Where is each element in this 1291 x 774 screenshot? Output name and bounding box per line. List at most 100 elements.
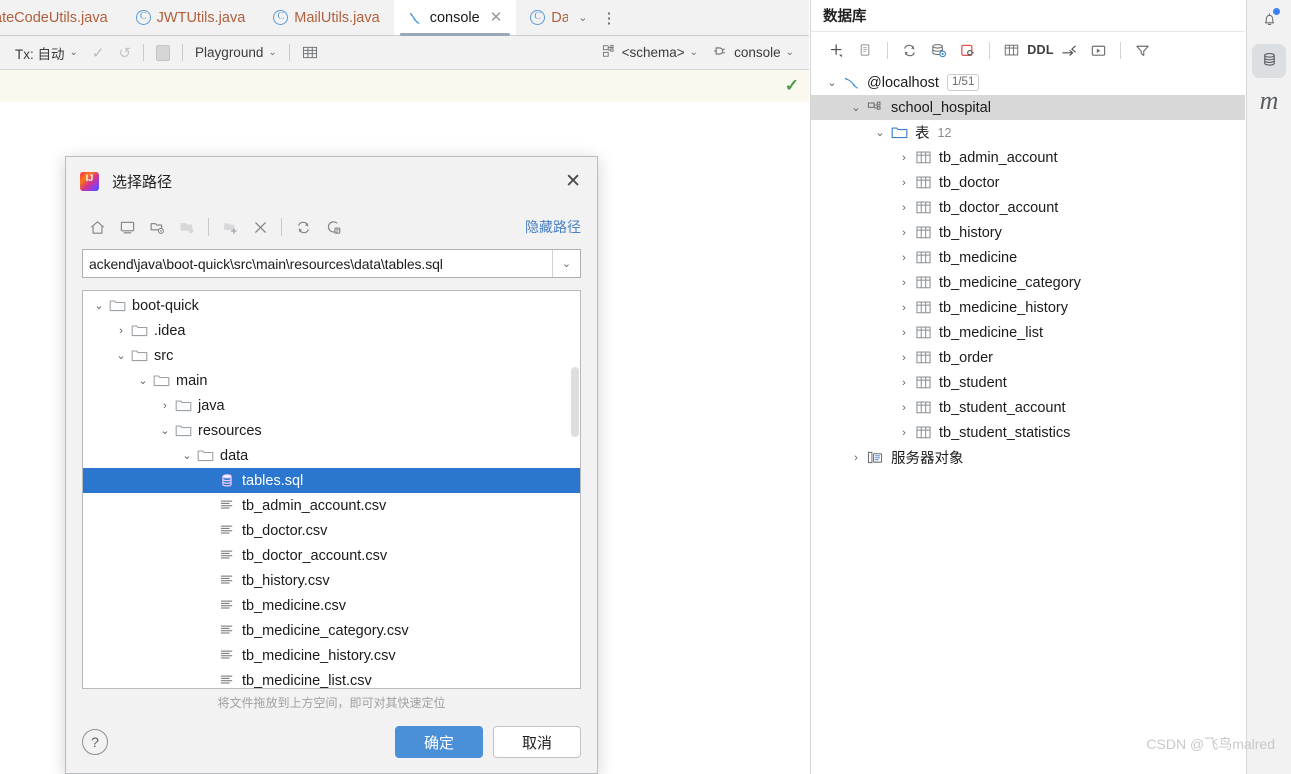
file-tree[interactable]: ⌄ boot-quick › .idea ⌄ src ⌄ main › java ⌄ resource… [83, 291, 580, 688]
tree-twisty-icon[interactable]: ⌄ [845, 101, 867, 114]
jump-to-icon[interactable] [1056, 37, 1083, 63]
connection-selector[interactable]: console ⌄ [705, 40, 801, 66]
file-tree-row[interactable]: ⌄ boot-quick [83, 293, 580, 318]
stop-button[interactable] [149, 40, 177, 66]
stop-query-icon[interactable] [954, 37, 981, 63]
tree-twisty-icon[interactable]: ⌄ [111, 349, 131, 362]
tree-twisty-icon[interactable]: ⌄ [155, 424, 175, 437]
database-tree-row[interactable]: › 服务器对象 [811, 445, 1245, 470]
filter-icon[interactable] [1129, 37, 1156, 63]
editor-tab-mailutils[interactable]: C MailUtils.java [259, 0, 393, 35]
database-tree-row[interactable]: › tb_admin_account [811, 145, 1245, 170]
help-button[interactable]: ? [82, 729, 108, 755]
tree-twisty-icon[interactable]: ⌄ [89, 299, 109, 312]
database-tree-row[interactable]: › tb_medicine [811, 245, 1245, 270]
tree-twisty-icon[interactable]: › [893, 277, 915, 289]
tree-twisty-icon[interactable]: › [893, 152, 915, 164]
database-tree-row[interactable]: › tb_student_account [811, 395, 1245, 420]
editor-tab-ratecodeutils[interactable]: ateCodeUtils.java [0, 0, 122, 35]
database-tree-row[interactable]: › tb_student_statistics [811, 420, 1245, 445]
commit-button[interactable]: ✓ [85, 40, 112, 66]
editor-tab-console[interactable]: console ✕ [393, 0, 517, 36]
file-tree-row[interactable]: › java [83, 393, 580, 418]
file-tree-scrollbar[interactable] [571, 367, 579, 437]
tree-twisty-icon[interactable]: › [893, 402, 915, 414]
tree-twisty-icon[interactable]: ⌄ [821, 76, 843, 89]
database-tree-row[interactable]: ⌄ 表 12 [811, 120, 1245, 145]
database-tree[interactable]: ⌄ @localhost 1/51 ⌄ school_hospital ⌄ 表 12 › tb_a… [811, 68, 1245, 470]
file-tree-row[interactable]: ⌄ data [83, 443, 580, 468]
file-tree-row[interactable]: tb_medicine_history.csv [83, 643, 580, 668]
file-tree-row[interactable]: tb_doctor.csv [83, 518, 580, 543]
tree-twisty-icon[interactable]: › [893, 302, 915, 314]
file-tree-row[interactable]: tb_medicine.csv [83, 593, 580, 618]
show-hidden-icon[interactable] [318, 213, 348, 241]
plus-icon[interactable] [823, 37, 850, 63]
ddl-button[interactable]: DDL [1027, 37, 1054, 63]
database-tree-row[interactable]: ⌄ @localhost 1/51 [811, 70, 1245, 95]
notifications-button[interactable] [1252, 4, 1286, 38]
database-tree-row[interactable]: › tb_student [811, 370, 1245, 395]
tree-twisty-icon[interactable]: › [893, 327, 915, 339]
database-tree-row[interactable]: › tb_doctor_account [811, 195, 1245, 220]
tree-twisty-icon[interactable]: › [893, 377, 915, 389]
run-console-icon[interactable] [1085, 37, 1112, 63]
tree-twisty-icon[interactable]: › [893, 202, 915, 214]
tree-twisty-icon[interactable]: ⌄ [869, 126, 891, 139]
database-tree-row[interactable]: › tb_order [811, 345, 1245, 370]
path-combobox[interactable]: ⌄ [82, 249, 581, 278]
database-tree-row[interactable]: › tb_medicine_category [811, 270, 1245, 295]
tree-twisty-icon[interactable]: › [893, 352, 915, 364]
project-folder-icon[interactable] [142, 213, 172, 241]
path-input[interactable] [83, 250, 552, 277]
home-icon[interactable] [82, 213, 112, 241]
tree-twisty-icon[interactable]: › [893, 427, 915, 439]
table-grid-icon[interactable] [998, 37, 1025, 63]
more-options-icon[interactable]: ⋮ [597, 0, 625, 35]
file-tree-row[interactable]: ⌄ resources [83, 418, 580, 443]
file-tree-row[interactable]: tb_admin_account.csv [83, 493, 580, 518]
copy-icon[interactable] [852, 37, 879, 63]
close-icon[interactable]: ✕ [561, 170, 585, 193]
file-tree-row[interactable]: › .idea [83, 318, 580, 343]
close-icon[interactable]: ✕ [490, 10, 503, 25]
desktop-icon[interactable] [112, 213, 142, 241]
file-tree-row[interactable]: tb_medicine_category.csv [83, 618, 580, 643]
refresh-icon[interactable] [288, 213, 318, 241]
tree-twisty-icon[interactable]: › [893, 252, 915, 264]
session-selector[interactable]: Playground ⌄ [188, 40, 284, 66]
database-tool-button[interactable] [1252, 44, 1286, 78]
file-tree-row[interactable]: tb_history.csv [83, 568, 580, 593]
database-tree-row[interactable]: ⌄ school_hospital [811, 95, 1245, 120]
schema-selector[interactable]: <schema> ⌄ [595, 40, 705, 66]
file-tree-row[interactable]: ⌄ src [83, 343, 580, 368]
table-editor-button[interactable] [295, 40, 325, 66]
file-tree-row[interactable]: tb_medicine_list.csv [83, 668, 580, 688]
cancel-button[interactable]: 取消 [493, 726, 581, 758]
tree-twisty-icon[interactable]: › [893, 177, 915, 189]
ok-button[interactable]: 确定 [395, 726, 483, 758]
tree-twisty-icon[interactable]: › [845, 452, 867, 464]
new-folder-icon[interactable] [215, 213, 245, 241]
tree-twisty-icon[interactable]: › [893, 227, 915, 239]
delete-icon[interactable] [245, 213, 275, 241]
database-tree-row[interactable]: › tb_medicine_list [811, 320, 1245, 345]
editor-tab-jwtutils[interactable]: C JWTUtils.java [122, 0, 260, 35]
chevron-down-icon[interactable]: ⌄ [568, 0, 597, 35]
rollback-button[interactable]: ↺ [111, 40, 138, 66]
file-tree-row[interactable]: ⌄ main [83, 368, 580, 393]
tree-twisty-icon[interactable]: ⌄ [177, 449, 197, 462]
database-tree-row[interactable]: › tb_doctor [811, 170, 1245, 195]
maven-tool-button[interactable]: m [1252, 84, 1286, 118]
editor-tab-da[interactable]: C Da [516, 0, 568, 35]
datasource-settings-icon[interactable] [925, 37, 952, 63]
file-tree-row[interactable]: tables.sql [83, 468, 580, 493]
database-tree-row[interactable]: › tb_medicine_history [811, 295, 1245, 320]
tree-twisty-icon[interactable]: › [111, 325, 131, 337]
hide-path-link[interactable]: 隐藏路径 [525, 217, 581, 237]
transaction-mode-selector[interactable]: Tx: 自动 ⌄ [8, 40, 85, 66]
chevron-down-icon[interactable]: ⌄ [552, 250, 580, 277]
tree-twisty-icon[interactable]: ⌄ [133, 374, 153, 387]
file-tree-row[interactable]: tb_doctor_account.csv [83, 543, 580, 568]
tree-twisty-icon[interactable]: › [155, 400, 175, 412]
